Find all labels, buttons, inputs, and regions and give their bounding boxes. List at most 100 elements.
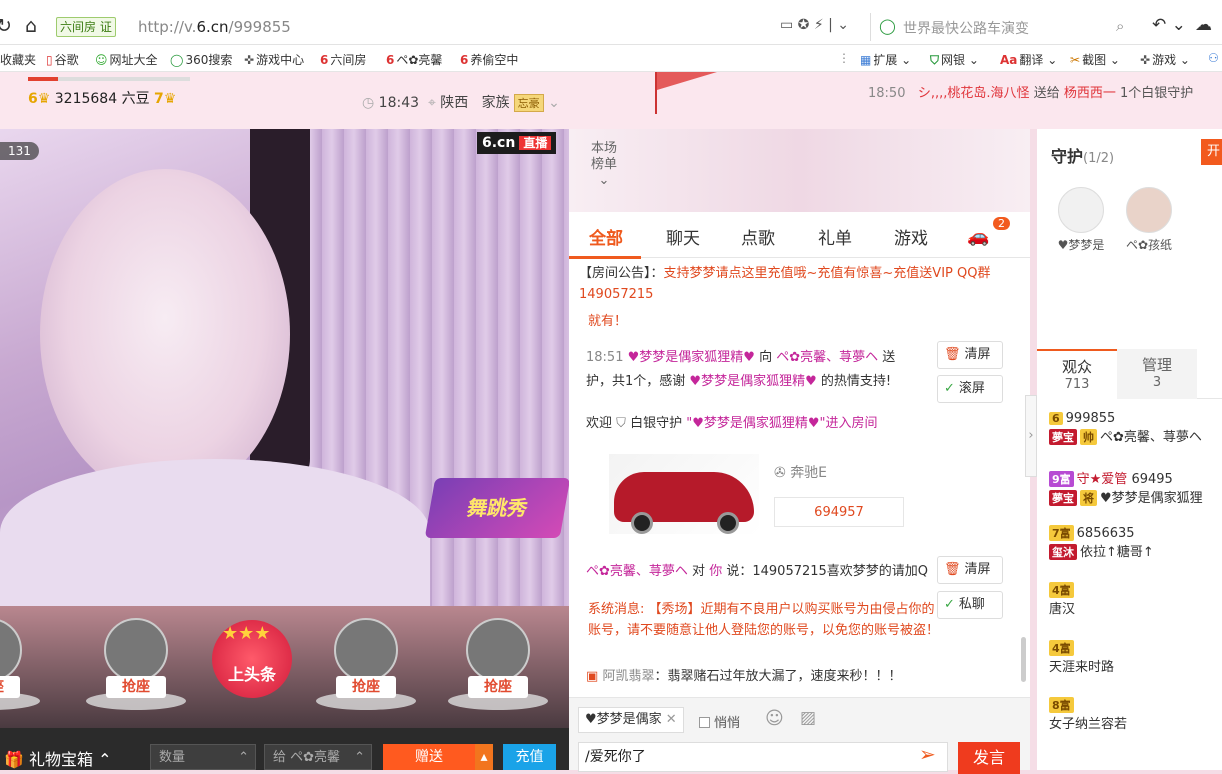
level-badge: 4富 (1049, 640, 1074, 656)
bookmark-liangxin[interactable]: 6 ペ✿亮馨 (386, 51, 442, 68)
trash-icon: 🗑 (944, 347, 961, 362)
seat-slot[interactable]: 抢座 (448, 618, 548, 718)
ticker-to[interactable]: 杨西西一 (1064, 86, 1116, 101)
tab-games[interactable]: 游戏 (894, 224, 928, 249)
msg-word: 向 (759, 350, 773, 365)
ticker-gift: 1个白银守护 (1120, 86, 1194, 101)
audience-name: 天涯来时路 (1049, 660, 1115, 675)
address-actions-icons[interactable]: ▭ ✪ ⚡ | ⌄ (780, 17, 849, 33)
audience-item[interactable]: 4富 唐汉 (1049, 582, 1222, 638)
toolbar-extensions[interactable]: ▦ 扩展 ⌄ (860, 51, 911, 68)
bookmark-6cn[interactable]: 6 六间房 (320, 51, 366, 68)
bookmark-google[interactable]: ▯ 谷歌 (46, 51, 79, 68)
chevron-down-icon[interactable]: ⌄ (548, 95, 560, 111)
audience-item[interactable]: 8富 女子纳兰容若 (1049, 697, 1222, 753)
toolbar-bank[interactable]: ⛉ 网银 ⌄ (930, 51, 979, 68)
grab-seat-label: 抢座 (106, 676, 166, 698)
tab-gifts[interactable]: 礼单 (818, 224, 852, 249)
gift-box-button[interactable]: 🎁 礼物宝箱 ⌃ (4, 746, 112, 770)
search-input[interactable]: 世界最快公路车演变 (903, 18, 1029, 38)
cloud-icon[interactable]: ☁ (1195, 15, 1212, 35)
6cn-icon: 6 (320, 53, 329, 67)
live-badge: 直播 (519, 136, 552, 150)
msg-user[interactable]: ペ✿亮馨、荨夢ヘ (586, 564, 688, 579)
car-icon[interactable]: 🚗 (967, 226, 989, 247)
recipient-chip[interactable]: ♥梦梦是偶家 ✕ (578, 707, 684, 733)
bookmark-yangtou[interactable]: 6 养偷空中 (460, 51, 518, 68)
open-guard-button[interactable]: 开 (1201, 139, 1222, 165)
bookmark-nav[interactable]: ☺ 网址大全 (95, 51, 158, 68)
page-icon: ▯ (46, 53, 53, 67)
collapse-arrow-icon[interactable]: › (1025, 395, 1037, 477)
msg-user[interactable]: ♥梦梦是偶家狐狸精♥ (689, 374, 816, 389)
msg-user[interactable]: ♥梦梦是偶家狐狸精♥ (628, 350, 755, 365)
url-field[interactable]: http://v.6.cn/999855 (138, 18, 291, 36)
scissors-icon: ✂ (1070, 53, 1081, 67)
announcement: 【房间公告】：支持梦梦请点这里充值哦~充值有惊喜~充值送VIP QQ群14905… (579, 263, 1012, 305)
more-icon[interactable]: ⋮ (838, 51, 850, 65)
audience-item[interactable]: 6 999855 夢宝帅ペ✿亮馨、荨夢ヘ (1049, 411, 1222, 467)
recharge-button[interactable]: 充值 (503, 744, 556, 770)
seat-slot[interactable]: 抢座 (316, 618, 416, 718)
audience-item[interactable]: 4富天涯来时路 (1049, 640, 1222, 696)
ranking-line1: 本场 (591, 141, 618, 156)
chevron-up-icon: ⌃ (98, 750, 112, 769)
tab-chat[interactable]: 聊天 (666, 224, 700, 249)
whisper-checkbox[interactable]: 悄悄 (699, 712, 740, 731)
host-level: 6 (28, 91, 38, 107)
headline-button[interactable]: 上头条 (212, 620, 292, 698)
logo-text: 6.cn (482, 135, 516, 151)
search-icon[interactable]: ⌕ (1116, 17, 1124, 35)
speak-button[interactable]: 发言 (958, 742, 1020, 774)
bookmark-favorites[interactable]: 收藏夹 (0, 51, 36, 68)
image-icon[interactable]: ▨ (800, 708, 816, 728)
bookmark-games[interactable]: ✜ 游戏中心 (244, 51, 304, 68)
recipient-select[interactable]: 给 ペ✿亮馨 ⌃ (264, 744, 372, 770)
clear-screen-button[interactable]: 🗑 清屏 (937, 341, 1003, 369)
360-icon: ◯ (170, 53, 184, 67)
toolbar-screenshot[interactable]: ✂ 截图 ⌄ (1070, 51, 1120, 68)
bookmark-360[interactable]: ◯ 360搜索 (170, 51, 232, 68)
clear-screen-button-2[interactable]: 🗑 清屏 (937, 556, 1003, 584)
private-chat-button[interactable]: ✓ 私聊 (937, 591, 1003, 619)
audience-item[interactable]: 7富 6856635 玺沐 依拉↑糖哥↑ (1049, 525, 1222, 581)
seat-slot[interactable]: 抢座 (0, 618, 40, 718)
msg-text: 的热情支持! (820, 374, 892, 389)
audience-item[interactable]: 9富 守★爱管 69495 夢宝将 ♥梦梦是偶家狐狸 (1049, 468, 1222, 524)
site-cert-badge[interactable]: 六间房 证 (56, 17, 116, 37)
scroll-screen-button[interactable]: ✓ 滚屏 (937, 375, 1003, 403)
tab-song[interactable]: 点歌 (741, 224, 775, 249)
avatar (1126, 187, 1172, 233)
search-box[interactable]: ◯ 世界最快公路车演变 ⌕ (870, 13, 1140, 41)
room-time: 18:43 (378, 95, 420, 111)
undo-icon[interactable]: ↶ ⌄ (1152, 15, 1186, 35)
button-label: 滚屏 (958, 381, 985, 396)
paper-plane-icon[interactable]: ➢ (919, 742, 936, 766)
user-icon[interactable]: ⚇ (1208, 51, 1219, 65)
guard-member[interactable]: ♥梦梦是 (1051, 187, 1111, 253)
send-gift-button[interactable]: 赠送 ▴ (383, 744, 493, 770)
emoji-icon[interactable]: ☺ (765, 708, 784, 729)
quantity-field[interactable]: 数量 ⌃ (150, 744, 256, 770)
tab-audience[interactable]: 观众 713 (1037, 349, 1117, 399)
toolbar-translate[interactable]: Aa 翻译 ⌄ (1000, 51, 1057, 68)
refresh-icon[interactable]: ↻ (0, 15, 12, 37)
chevron-up-icon[interactable]: ▴ (475, 744, 493, 770)
msg-user[interactable]: "♥梦梦是偶家狐狸精♥"进入房间 (686, 416, 877, 431)
guard-member[interactable]: ペ✿孩纸 (1119, 187, 1179, 253)
close-icon[interactable]: ✕ (666, 712, 677, 727)
recipient-name: ♥梦梦是偶家 (585, 712, 662, 727)
ticker-from[interactable]: シ,,,,桃花岛.海八怪 (918, 86, 1030, 101)
scrollbar[interactable] (1021, 637, 1026, 682)
seat-slot[interactable]: 抢座 (86, 618, 186, 718)
home-icon[interactable]: ⌂ (25, 15, 37, 37)
family-tag[interactable]: 忘豪 (513, 94, 544, 112)
msg-user[interactable]: 阿凯翡翠 (602, 669, 654, 684)
say-message: ペ✿亮馨、荨夢ヘ 对 你 说：149057215喜欢梦梦的请加Q (586, 561, 990, 582)
msg-target[interactable]: ペ✿亮馨、荨夢ヘ (776, 350, 878, 365)
tab-admin[interactable]: 管理 3 (1117, 349, 1197, 399)
tab-all[interactable]: 全部 (589, 224, 623, 249)
message-input[interactable]: /爱死你了 (578, 742, 948, 772)
ranking-toggle[interactable]: 本场 榜单 ⌄ (591, 141, 617, 189)
toolbar-games[interactable]: ✜ 游戏 ⌄ (1140, 51, 1190, 68)
